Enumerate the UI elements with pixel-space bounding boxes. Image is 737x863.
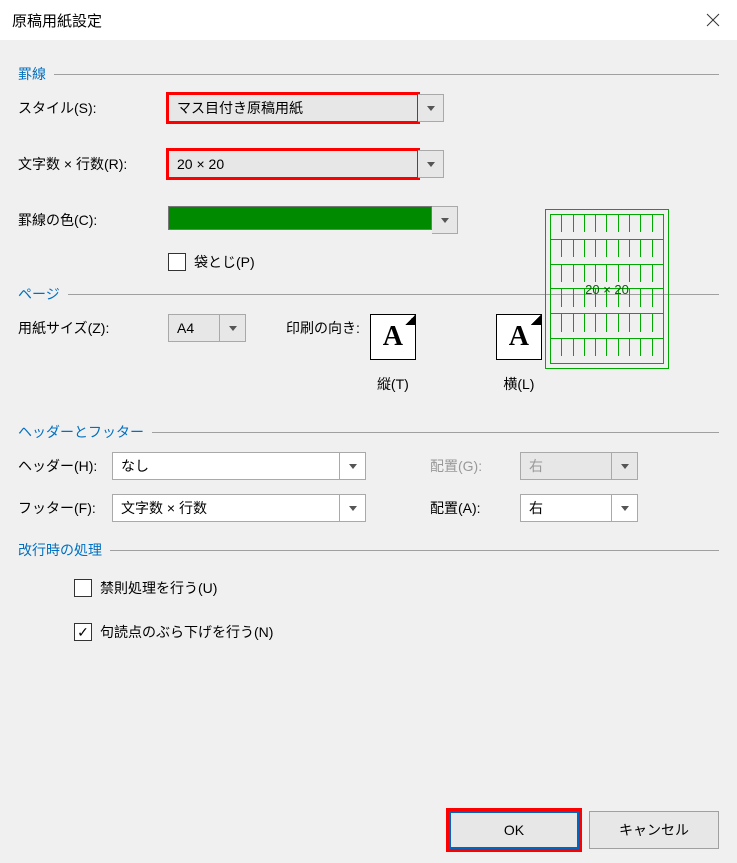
papersize-value: A4 (168, 314, 220, 342)
footer-value: 文字数 × 行数 (112, 494, 340, 522)
style-value: マス目付き原稿用紙 (168, 94, 418, 122)
papersize-combo-button[interactable] (220, 314, 246, 342)
chevron-down-icon (349, 464, 357, 469)
header-label: ヘッダー(H): (18, 456, 112, 476)
section-lb: 改行時の処理 (18, 540, 719, 560)
footer-combo-button[interactable] (340, 494, 366, 522)
color-swatch (168, 206, 432, 230)
footer-label: フッター(F): (18, 498, 112, 518)
color-combo-button[interactable] (432, 206, 458, 234)
style-label: スタイル(S): (18, 98, 168, 118)
bookfold-label: 袋とじ(P) (194, 252, 255, 272)
chevron-down-icon (621, 506, 629, 511)
chars-value: 20 × 20 (168, 150, 418, 178)
section-grid: 罫線 (18, 64, 719, 84)
footer-align-value: 右 (520, 494, 612, 522)
color-label: 罫線の色(C): (18, 210, 168, 230)
orientation-portrait[interactable]: A (370, 314, 416, 360)
chars-combo-button[interactable] (418, 150, 444, 178)
ok-button[interactable]: OK (449, 811, 579, 849)
cancel-button[interactable]: キャンセル (589, 811, 719, 849)
grid-preview: 20 × 20 (545, 209, 669, 369)
section-hf-label: ヘッダーとフッター (18, 422, 144, 442)
header-align-value: 右 (520, 452, 612, 480)
chevron-down-icon (229, 326, 237, 331)
kinsoku-checkbox[interactable]: 禁則処理を行う(U) (74, 578, 719, 598)
section-hf: ヘッダーとフッター (18, 422, 719, 442)
orientation-landscape[interactable]: A (496, 314, 542, 360)
dialog-title: 原稿用紙設定 (12, 10, 102, 31)
burasage-checkbox[interactable]: 句読点のぶら下げを行う(N) (74, 622, 719, 642)
checkbox-checked-icon (74, 623, 92, 641)
header-value: なし (112, 452, 340, 480)
landscape-icon: A (509, 321, 529, 353)
header-align-label: 配置(G): (430, 456, 520, 476)
chevron-down-icon (441, 218, 449, 223)
section-grid-label: 罫線 (18, 64, 46, 84)
papersize-label: 用紙サイズ(Z): (18, 314, 168, 338)
header-combo-button[interactable] (340, 452, 366, 480)
papersize-combo[interactable]: A4 (168, 314, 246, 342)
ok-button-highlight: OK (449, 811, 579, 849)
ok-button-label: OK (504, 822, 524, 838)
chevron-down-icon (621, 464, 629, 469)
checkbox-icon (168, 253, 186, 271)
close-button[interactable] (699, 6, 727, 34)
titlebar: 原稿用紙設定 (0, 0, 737, 40)
color-combo[interactable] (168, 206, 458, 234)
portrait-icon: A (383, 321, 403, 353)
bookfold-checkbox[interactable]: 袋とじ(P) (168, 252, 255, 272)
footer-combo[interactable]: 文字数 × 行数 (112, 494, 366, 522)
chevron-down-icon (427, 162, 435, 167)
header-combo[interactable]: なし (112, 452, 366, 480)
burasage-label: 句読点のぶら下げを行う(N) (100, 622, 273, 642)
checkbox-icon (74, 579, 92, 597)
chars-combo[interactable]: 20 × 20 (168, 150, 444, 178)
header-align-combo: 右 (520, 452, 638, 480)
section-lb-label: 改行時の処理 (18, 540, 102, 560)
style-combo-button[interactable] (418, 94, 444, 122)
footer-align-combo-button[interactable] (612, 494, 638, 522)
orientation-portrait-label: 縦(T) (377, 374, 409, 394)
chevron-down-icon (427, 106, 435, 111)
footer-align-label: 配置(A): (430, 498, 520, 518)
style-combo[interactable]: マス目付き原稿用紙 (168, 94, 444, 122)
chars-label: 文字数 × 行数(R): (18, 154, 168, 174)
footer-align-combo[interactable]: 右 (520, 494, 638, 522)
orientation-landscape-label: 横(L) (503, 374, 534, 394)
close-icon (706, 13, 720, 27)
section-page-label: ページ (18, 284, 60, 304)
header-align-combo-button (612, 452, 638, 480)
orientation-label: 印刷の向き: (286, 314, 360, 338)
cancel-button-label: キャンセル (619, 820, 689, 840)
chevron-down-icon (349, 506, 357, 511)
kinsoku-label: 禁則処理を行う(U) (100, 578, 217, 598)
